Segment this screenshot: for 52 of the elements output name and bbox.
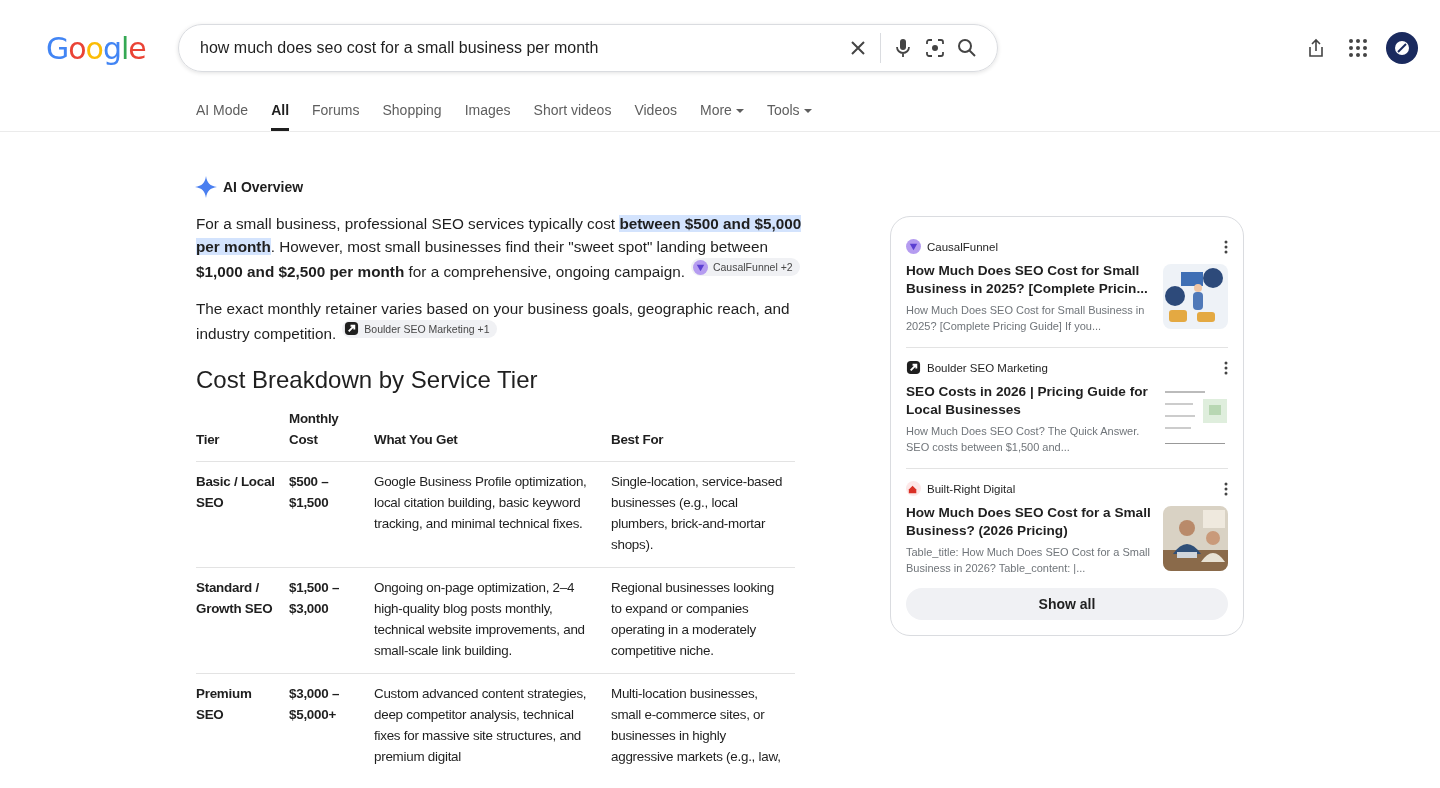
column-header: Best For — [611, 408, 795, 462]
column-header: Monthly Cost — [289, 408, 374, 462]
section-heading: Cost Breakdown by Service Tier — [196, 366, 539, 394]
table-cell: Multi-location businesses, small e-commerce sites, or businesses in highly aggressive markets (e.g., law, — [611, 673, 795, 767]
search-input[interactable]: how much does seo cost for a small business per month — [198, 38, 842, 58]
search-tab[interactable]: Images — [464, 96, 511, 131]
table-cell: Premium SEO — [196, 673, 289, 767]
search-tab[interactable]: All — [271, 96, 290, 131]
search-tab[interactable]: More — [699, 96, 744, 131]
more-options-icon[interactable] — [1224, 481, 1228, 496]
arrow-logo-icon — [906, 360, 921, 375]
result-snippet: How Much Does SEO Cost? The Quick Answer. SEO costs between $1,500 and... — [906, 424, 1141, 455]
result-title[interactable]: How Much Does SEO Cost for Small Business in 2025? [Complete Pricin... — [906, 262, 1153, 298]
caret-icon — [803, 109, 812, 113]
search-tab[interactable]: AI Mode — [196, 96, 249, 131]
overview-paragraph: The exact monthly retainer varies based on your business goals, geographic reach, and industry competition. Boulder SEO Marketing +1 — [196, 298, 791, 344]
funnel-logo-icon — [906, 239, 921, 254]
result-title[interactable]: How Much Does SEO Cost for a Small Business? (2026 Pricing) — [906, 504, 1153, 540]
result-snippet: How Much Does SEO Cost for Small Business in 2025? [Complete Pricing Guide] If you... — [906, 303, 1146, 334]
table-cell: Ongoing on-page optimization, 2–4 high-quality blog posts monthly, technical website improvements, and small-scale link building. — [374, 567, 611, 674]
sparkle-icon — [195, 176, 217, 198]
account-avatar[interactable] — [1386, 32, 1418, 64]
house-logo-icon — [906, 481, 921, 496]
result-title[interactable]: SEO Costs in 2026 | Pricing Guide for Local Businesses — [906, 383, 1153, 419]
table-cell: Regional businesses looking to expand or companies operating in a moderately competitive niche. — [611, 567, 795, 674]
search-tab[interactable]: Shopping — [382, 96, 442, 131]
show-all-button[interactable]: Show all — [906, 588, 1228, 620]
search-tab[interactable]: Videos — [634, 96, 677, 131]
more-options-icon[interactable] — [1224, 239, 1228, 254]
google-logo[interactable]: Google — [46, 30, 178, 66]
funnel-logo-icon — [692, 259, 708, 275]
citation-chip[interactable]: Boulder SEO Marketing +1 — [342, 319, 497, 338]
search-tab[interactable]: Tools — [766, 96, 812, 131]
citation-chip[interactable]: CausalFunnel +2 — [690, 258, 800, 276]
site-name: CausalFunnel — [927, 240, 998, 253]
column-header: Tier — [196, 408, 289, 462]
arrow-logo-icon — [344, 321, 360, 336]
more-options-icon[interactable] — [1224, 360, 1228, 375]
table-cell: Single-location, service-based businesses (e.g., local plumbers, brick-and-mortar shops). — [611, 461, 795, 568]
site-name: Boulder SEO Marketing — [927, 361, 1048, 374]
search-tab[interactable]: Short videos — [533, 96, 612, 131]
overview-paragraph: For a small business, professional SEO services typically cost between $500 and $5,000 per month. However, most small businesses find their "sweet spot" landing between $1,000 and $2,500 per month for a comprehensive, ongoing campaign. CausalFunnel +2 — [196, 214, 803, 282]
search-tab[interactable]: Forums — [312, 96, 360, 131]
caret-icon — [735, 109, 744, 113]
column-header: What You Get — [374, 408, 611, 462]
overview-title: AI Overview — [223, 179, 304, 195]
table-cell: Custom advanced content strategies, deep competitor analysis, technical fixes for massive site structures, and premium digital — [374, 673, 611, 767]
table-cell: Standard / Growth SEO — [196, 567, 289, 674]
table-cell: Google Business Profile optimization, local citation building, basic keyword tracking, and minimal technical fixes. — [374, 461, 611, 568]
site-name: Built-Right Digital — [927, 482, 1016, 495]
table-cell: Basic / Local SEO — [196, 461, 289, 568]
result-snippet: Table_title: How Much Does SEO Cost for a Small Business in 2026? Table_content: |... — [906, 545, 1151, 576]
